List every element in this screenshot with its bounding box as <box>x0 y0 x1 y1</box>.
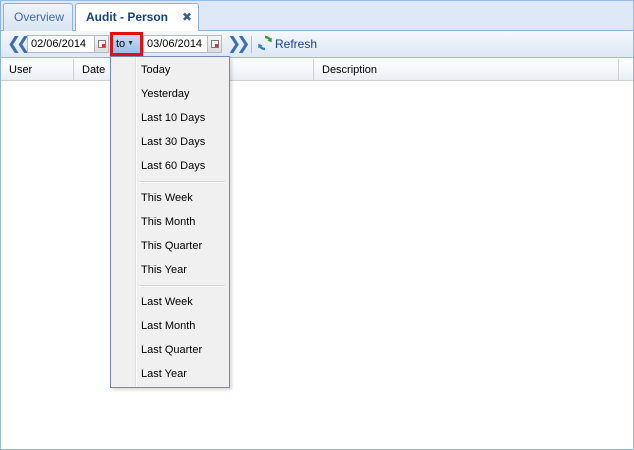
start-calendar-button[interactable] <box>95 35 109 53</box>
tab-overview[interactable]: Overview <box>3 3 73 31</box>
tab-strip: Overview Audit - Person ✖ <box>1 1 633 32</box>
menu-item-last-30-days[interactable]: Last 30 Days <box>113 131 227 153</box>
range-dropdown-label: to <box>116 38 126 50</box>
menu-item-this-week[interactable]: This Week <box>113 187 227 209</box>
calendar-icon <box>211 40 219 48</box>
column-header-hidden[interactable] <box>231 59 314 81</box>
chevron-down-icon: ▼ <box>127 40 134 47</box>
menu-separator <box>139 285 225 287</box>
close-icon[interactable]: ✖ <box>182 4 192 30</box>
double-chevron-left-icon[interactable]: ❮❮ <box>7 34 31 54</box>
menu-item-this-quarter[interactable]: This Quarter <box>113 235 227 257</box>
column-header-user[interactable]: User <box>1 59 74 81</box>
menu-separator <box>139 181 225 183</box>
menu-item-this-month[interactable]: This Month <box>113 211 227 233</box>
toolbar-separator <box>251 36 252 53</box>
menu-item-today[interactable]: Today <box>113 59 227 81</box>
menu-item-last-month[interactable]: Last Month <box>113 315 227 337</box>
audit-panel: Overview Audit - Person ✖ ❮❮ 02/06/2014 … <box>0 0 634 450</box>
menu-item-last-year[interactable]: Last Year <box>113 363 227 385</box>
menu-item-last-quarter[interactable]: Last Quarter <box>113 339 227 361</box>
column-header-description[interactable]: Description <box>314 59 619 81</box>
date-toolbar: ❮❮ 02/06/2014 03/06/2014 ❯❯ Refresh <box>1 31 633 58</box>
tab-audit-person-label: Audit - Person <box>86 10 169 24</box>
refresh-icon <box>258 35 272 51</box>
tab-overview-label: Overview <box>14 10 65 24</box>
menu-item-last-week[interactable]: Last Week <box>113 291 227 313</box>
date-range-menu: Today Yesterday Last 10 Days Last 30 Day… <box>110 56 230 388</box>
menu-item-yesterday[interactable]: Yesterday <box>113 83 227 105</box>
end-calendar-button[interactable] <box>208 35 222 53</box>
end-date-field[interactable]: 03/06/2014 <box>143 35 208 53</box>
start-date-field[interactable]: 02/06/2014 <box>27 35 95 53</box>
grid-header: User Date Description <box>1 59 633 81</box>
grid-body <box>1 81 633 449</box>
tab-audit-person[interactable]: Audit - Person ✖ <box>75 3 199 32</box>
menu-item-last-10-days[interactable]: Last 10 Days <box>113 107 227 129</box>
refresh-label: Refresh <box>275 37 318 51</box>
menu-item-this-year[interactable]: This Year <box>113 259 227 281</box>
menu-item-last-60-days[interactable]: Last 60 Days <box>113 155 227 177</box>
range-dropdown-button[interactable]: to ▼ <box>110 32 143 56</box>
calendar-icon <box>98 40 106 48</box>
double-chevron-right-icon[interactable]: ❯❯ <box>227 34 251 54</box>
column-header-date[interactable]: Date <box>74 59 111 81</box>
refresh-button[interactable]: Refresh <box>257 35 317 53</box>
